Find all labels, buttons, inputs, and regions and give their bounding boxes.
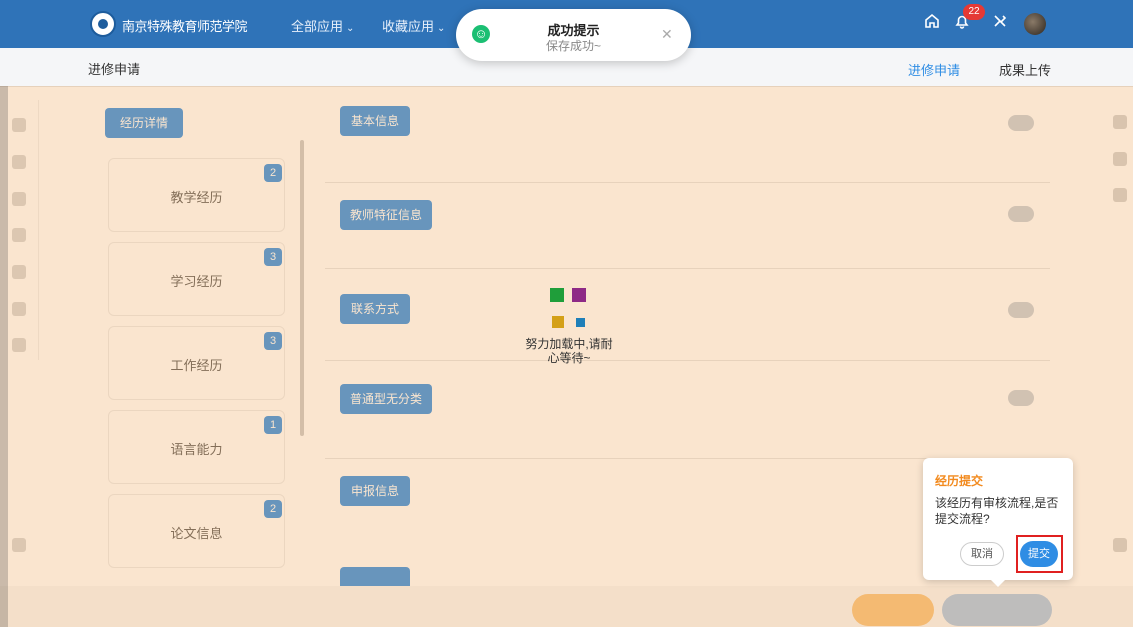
- notification-badge: 22: [963, 4, 985, 20]
- toast-message: 保存成功~: [545, 39, 601, 53]
- loading-mask-edge: [0, 86, 8, 627]
- settings-icon[interactable]: [988, 12, 1012, 36]
- menu-favorites[interactable]: 收藏应用 ⌄: [382, 16, 445, 35]
- loader-square: [550, 288, 564, 302]
- loading-text: 努力加载中,请耐心等待~: [525, 337, 613, 365]
- menu-favorites-label: 收藏应用: [382, 19, 435, 34]
- school-name: 南京特殊教育师范学院: [122, 20, 248, 35]
- popover-title: 经历提交: [935, 474, 984, 488]
- home-icon[interactable]: [920, 12, 944, 36]
- breadcrumb: 进修申请: [88, 62, 141, 77]
- school-logo[interactable]: [90, 11, 116, 37]
- menu-all-apps[interactable]: 全部应用 ⌄: [291, 16, 354, 35]
- highlight-box: [1016, 535, 1063, 573]
- tab-upload[interactable]: 成果上传: [999, 60, 1051, 79]
- loader-square: [572, 288, 586, 302]
- chevron-down-icon: ⌄: [437, 23, 446, 34]
- tab-apply[interactable]: 进修申请: [908, 60, 960, 79]
- loader-square: [552, 316, 564, 328]
- popover-message: 该经历有审核流程,是否提交流程?: [935, 496, 1059, 526]
- cancel-button[interactable]: 取消: [960, 542, 1004, 566]
- user-avatar[interactable]: [1024, 13, 1046, 35]
- success-toast: ☺ 成功提示 保存成功~ ✕: [456, 9, 691, 61]
- menu-all-apps-label: 全部应用: [291, 19, 344, 34]
- close-icon[interactable]: ✕: [661, 26, 673, 43]
- chevron-down-icon: ⌄: [346, 23, 355, 34]
- loader-square: [576, 318, 585, 327]
